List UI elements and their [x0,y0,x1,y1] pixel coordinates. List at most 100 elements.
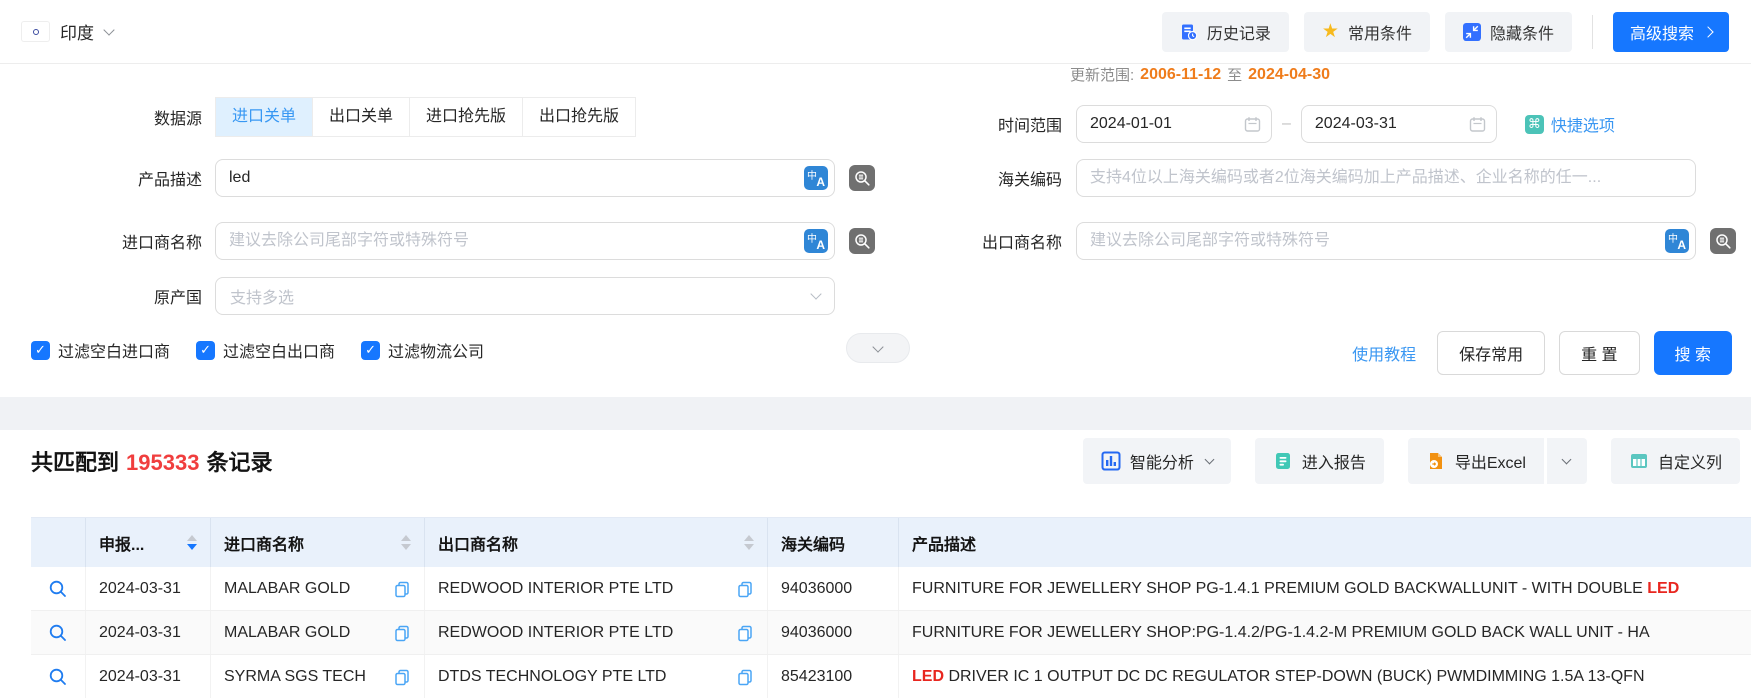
importer-name[interactable]: SYRMA SGS TECH [224,668,366,686]
collapse-filters-button[interactable] [846,333,910,363]
importer-name[interactable]: MALABAR GOLD [224,624,350,642]
start-date-value: 2024-01-01 [1090,115,1172,132]
product-desc-input[interactable] [215,159,835,197]
update-range-from: 2006-11-12 [1140,65,1222,83]
hs-code-value: 85423100 [781,667,853,685]
exporter-name[interactable]: REDWOOD INTERIOR PTE LTD [438,580,673,598]
hs-code-input[interactable] [1076,159,1696,197]
smart-analysis-button[interactable]: 智能分析 [1082,438,1231,484]
table-row: 2024-03-31 MALABAR GOLD REDWOOD INTERIOR… [31,611,1751,655]
checkbox-filter-blank-exporter[interactable]: ✓ 过滤空白出口商 [196,338,335,362]
importer-row: 进口商名称 中A [0,222,875,260]
results-header: 共匹配到 195333 条记录 智能分析 进入报告 导出Excel 自定义列 [31,430,1740,492]
copy-icon[interactable] [393,668,411,686]
row-search-icon[interactable] [48,667,68,687]
sort-control[interactable] [744,535,754,550]
row-search-icon[interactable] [48,623,68,643]
history-button-label: 历史记录 [1206,25,1271,43]
match-search-icon [854,170,870,186]
exporter-name[interactable]: REDWOOD INTERIOR PTE LTD [438,624,673,642]
start-date-input[interactable]: 2024-01-01 [1076,105,1272,143]
country-picker[interactable]: 印度 [22,19,115,44]
divider [1591,14,1593,49]
checkbox-filter-logistics[interactable]: ✓ 过滤物流公司 [361,338,484,362]
row-desc-cell: FURNITURE FOR JEWELLERY SHOP:PG-1.4.2/PG… [899,611,1751,654]
search-button[interactable]: 搜 索 [1653,331,1732,375]
data-source-row: 数据源 进口关单 出口关单 进口抢先版 出口抢先版 [0,97,637,137]
copy-icon[interactable] [736,624,754,642]
exporter-label: 出口商名称 [981,235,1062,252]
favorite-conditions-button[interactable]: ★ 常用条件 [1303,11,1430,52]
row-importer-cell: SYRMA SGS TECH [211,655,425,698]
custom-columns-button[interactable]: 自定义列 [1610,438,1740,484]
time-range-row: 时间范围 2024-01-01 – 2024-03-31 ⌘ 快捷选项 [870,105,1615,143]
copy-icon[interactable] [393,624,411,642]
end-date-input[interactable]: 2024-03-31 [1300,105,1497,143]
bi-chart-icon [1101,451,1121,471]
product-description: FURNITURE FOR JEWELLERY SHOP:PG-1.4.2/PG… [912,623,1650,641]
importer-input[interactable] [215,222,835,260]
row-search-icon[interactable] [48,579,68,599]
copy-icon[interactable] [736,668,754,686]
hs-code-value: 94036000 [781,623,853,641]
translate-icon[interactable]: 中A [804,166,828,190]
importer-name[interactable]: MALABAR GOLD [224,580,350,598]
results-summary: 共匹配到 195333 条记录 [31,445,272,477]
reset-button[interactable]: 重 置 [1559,331,1640,375]
export-excel-split-button: 导出Excel [1407,438,1587,484]
enter-report-button[interactable]: 进入报告 [1254,438,1384,484]
translate-icon[interactable]: 中A [1665,229,1689,253]
row-detail-cell [31,567,86,610]
export-excel-button[interactable]: 导出Excel [1407,438,1544,484]
favorite-conditions-label: 常用条件 [1347,25,1412,43]
sort-control[interactable] [187,535,197,550]
country-name: 印度 [60,24,94,43]
advanced-search-label: 高级搜索 [1629,25,1694,43]
row-date-cell: 2024-03-31 [86,567,211,610]
fuzzy-match-toggle[interactable] [1710,228,1736,254]
checkbox-filter-blank-importer[interactable]: ✓ 过滤空白进口商 [31,338,170,362]
copy-icon[interactable] [393,580,411,598]
advanced-search-button[interactable]: 高级搜索 [1612,11,1729,52]
history-button[interactable]: 历史记录 [1161,11,1289,52]
header-cell-hscode: 海关编码 [768,518,899,567]
export-excel-label: 导出Excel [1454,455,1526,472]
row-date-cell: 2024-03-31 [86,655,211,698]
column-title: 海关编码 [781,536,846,554]
save-favorite-button[interactable]: 保存常用 [1437,331,1546,375]
tab-label: 出口关单 [329,108,394,125]
sort-control[interactable] [401,535,411,550]
exporter-name[interactable]: DTDS TECHNOLOGY PTE LTD [438,668,666,686]
trade-data-search-page: 印度 历史记录 ★ 常用条件 隐藏条件 高级搜索 数据源 进口关单 出口关单 进… [0,0,1751,698]
calendar-icon [1469,116,1486,132]
tab-export-declaration[interactable]: 出口关单 [313,98,411,136]
origin-country-select[interactable]: 支持多选 [215,277,835,315]
translate-icon[interactable]: 中A [804,229,828,253]
end-date-value: 2024-03-31 [1314,115,1397,132]
tutorial-link[interactable]: 使用教程 [1352,341,1416,365]
export-options-button[interactable] [1546,438,1587,484]
hide-conditions-button[interactable]: 隐藏条件 [1444,11,1572,52]
header-cell-exporter: 出口商名称 [425,518,768,567]
copy-icon[interactable] [736,580,754,598]
importer-label: 进口商名称 [121,235,202,252]
hs-code-value: 94036000 [781,579,853,597]
product-desc-label: 产品描述 [137,172,202,189]
data-source-tabs: 进口关单 出口关单 进口抢先版 出口抢先版 [215,97,637,137]
declaration-date: 2024-03-31 [99,579,181,597]
update-range-to: 2024-04-30 [1248,65,1330,83]
exporter-input[interactable] [1076,222,1696,260]
row-exporter-cell: REDWOOD INTERIOR PTE LTD [425,611,768,654]
exporter-input-wrap: 中A [1076,222,1696,260]
tab-import-preview[interactable]: 进口抢先版 [410,98,524,136]
export-excel-icon [1429,453,1442,469]
chevron-down-icon [1204,454,1215,464]
tab-import-declaration[interactable]: 进口关单 [216,98,314,136]
summary-suffix: 条记录 [206,450,273,475]
collapse-icon [1462,22,1481,41]
tab-export-preview[interactable]: 出口抢先版 [523,98,636,136]
chevron-down-icon [103,23,115,36]
quick-options-button[interactable]: ⌘ 快捷选项 [1524,112,1615,136]
header-cell-date: 申报... [86,518,211,567]
product-description: FURNITURE FOR JEWELLERY SHOP PG-1.4.1 PR… [912,579,1680,597]
